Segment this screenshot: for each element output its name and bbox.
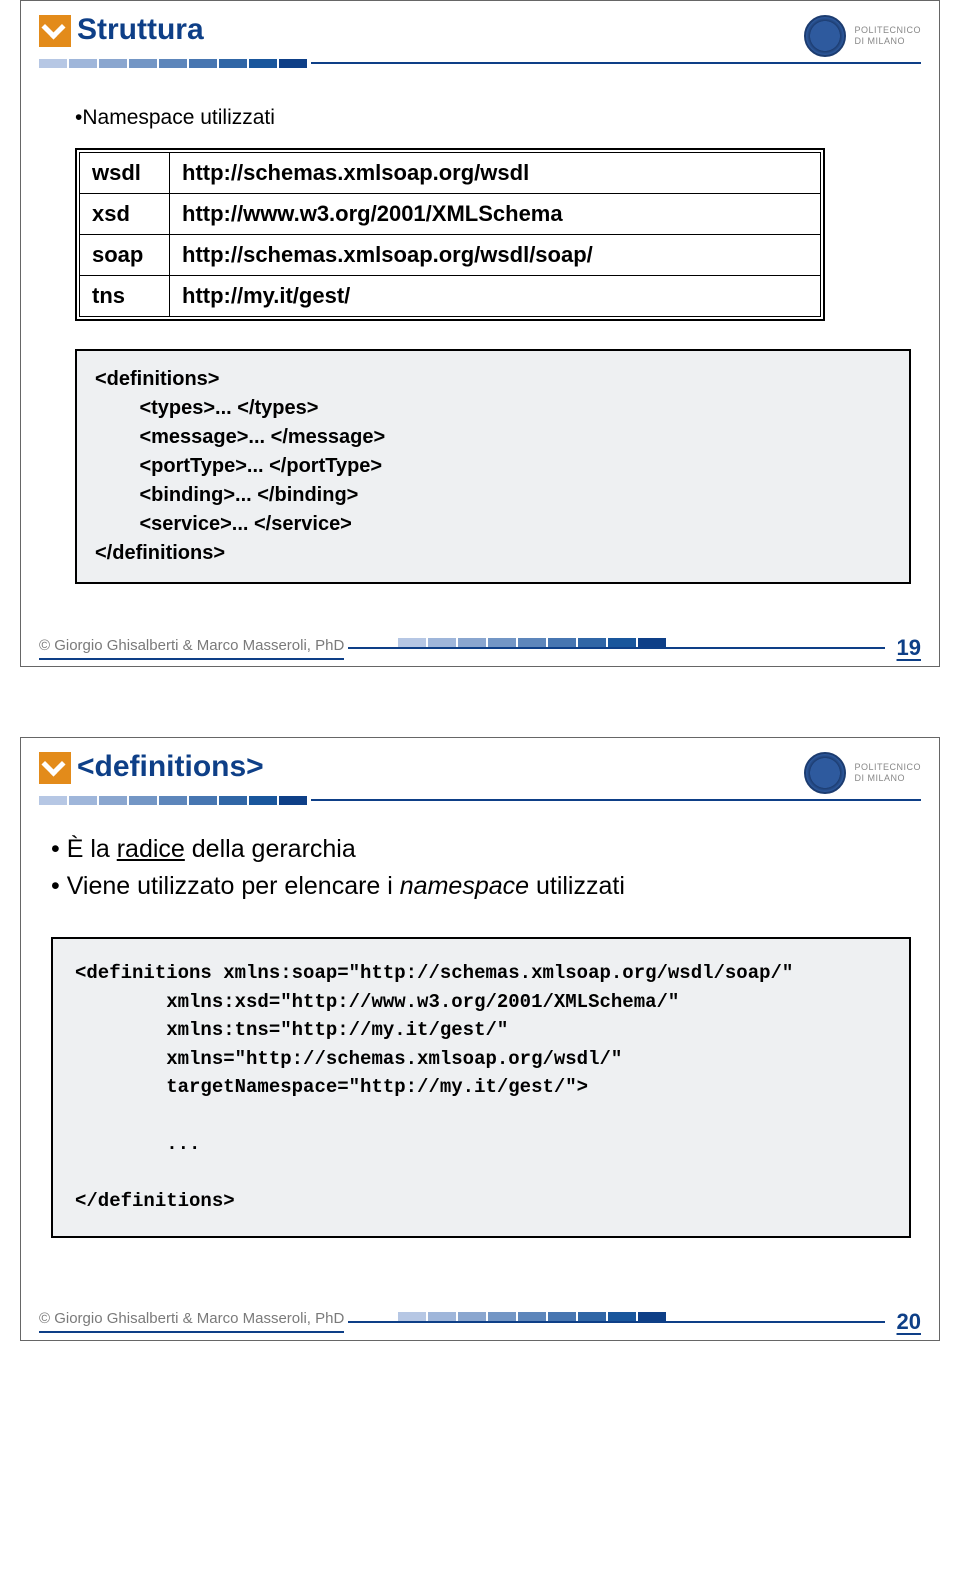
slide-footer: © Giorgio Ghisalberti & Marco Masseroli,… <box>39 630 921 666</box>
slide-1: Struttura POLITECNICO DI MILANO •Namespa… <box>20 0 940 667</box>
ns-prefix: soap <box>80 235 170 276</box>
code-block: <definitions xmlns:soap="http://schemas.… <box>51 937 911 1238</box>
table-row: xsd http://www.w3.org/2001/XMLSchema <box>80 194 821 235</box>
logo-block: POLITECNICO DI MILANO <box>804 15 921 57</box>
slide-header: Struttura POLITECNICO DI MILANO <box>39 15 921 57</box>
slide-2: <definitions> POLITECNICO DI MILANO • È … <box>20 737 940 1341</box>
arrow-icon <box>39 752 71 784</box>
table-row: tns http://my.it/gest/ <box>80 276 821 317</box>
ns-uri: http://schemas.xmlsoap.org/wsdl/soap/ <box>170 235 821 276</box>
ns-uri: http://my.it/gest/ <box>170 276 821 317</box>
code-block: <definitions> <types>... </types> <messa… <box>75 349 911 584</box>
slide-frame: <definitions> POLITECNICO DI MILANO • È … <box>20 737 940 1341</box>
bullet-italic: namespace <box>400 872 529 900</box>
title-block: Struttura <box>39 15 204 47</box>
arrow-icon <box>39 15 71 47</box>
ns-prefix: tns <box>80 276 170 317</box>
ns-prefix: wsdl <box>80 153 170 194</box>
page-number: 20 <box>889 1309 921 1335</box>
ns-uri: http://schemas.xmlsoap.org/wsdl <box>170 153 821 194</box>
bullet-text: • Viene utilizzato per elencare i <box>51 872 400 900</box>
footer-copyright: © Giorgio Ghisalberti & Marco Masseroli,… <box>39 637 344 660</box>
logo-seal-icon <box>804 15 846 57</box>
bullet-text: della gerarchia <box>185 835 356 863</box>
bullet-line: • Viene utilizzato per elencare i namesp… <box>51 872 911 901</box>
ns-uri: http://www.w3.org/2001/XMLSchema <box>170 194 821 235</box>
logo-text: POLITECNICO DI MILANO <box>854 762 921 784</box>
footer-accent <box>348 647 884 649</box>
footer-copyright: © Giorgio Ghisalberti & Marco Masseroli,… <box>39 1310 344 1333</box>
logo-block: POLITECNICO DI MILANO <box>804 752 921 794</box>
namespace-table: wsdl http://schemas.xmlsoap.org/wsdl xsd… <box>75 148 825 321</box>
table-row: wsdl http://schemas.xmlsoap.org/wsdl <box>80 153 821 194</box>
slide-body: •Namespace utilizzati wsdl http://schema… <box>39 86 921 620</box>
footer-accent <box>348 1321 884 1323</box>
ns-prefix: xsd <box>80 194 170 235</box>
page-number: 19 <box>889 635 921 661</box>
slide-title: Struttura <box>77 13 204 47</box>
table-row: soap http://schemas.xmlsoap.org/wsdl/soa… <box>80 235 821 276</box>
slide-frame: Struttura POLITECNICO DI MILANO •Namespa… <box>20 0 940 667</box>
bullet-underline: radice <box>117 835 185 863</box>
slide-title: <definitions> <box>77 750 264 784</box>
slide-body: • È la radice della gerarchia • Viene ut… <box>39 823 921 1294</box>
slide-header: <definitions> POLITECNICO DI MILANO <box>39 752 921 794</box>
bullet-text: utilizzati <box>529 872 625 900</box>
slide-footer: © Giorgio Ghisalberti & Marco Masseroli,… <box>39 1304 921 1340</box>
accent-bar <box>39 796 921 805</box>
bullet-text: • È la <box>51 835 117 863</box>
accent-bar <box>39 59 921 68</box>
logo-seal-icon <box>804 752 846 794</box>
bullet-line: • È la radice della gerarchia <box>51 835 911 864</box>
intro-bullet: •Namespace utilizzati <box>75 106 911 130</box>
title-block: <definitions> <box>39 752 264 784</box>
logo-text: POLITECNICO DI MILANO <box>854 25 921 47</box>
